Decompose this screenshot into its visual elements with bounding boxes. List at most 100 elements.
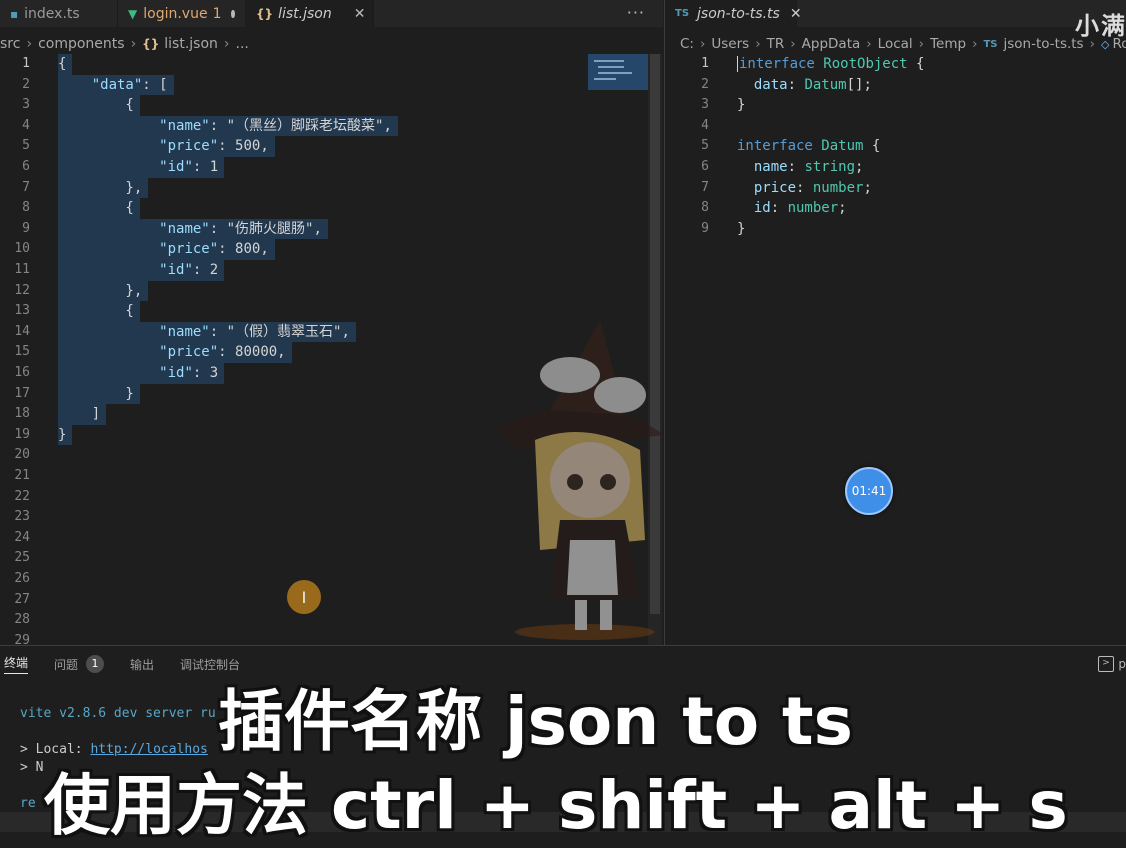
terminal-line: > N xyxy=(20,760,44,775)
line-number: 13 xyxy=(14,303,30,319)
tab-terminal[interactable]: 终端 xyxy=(4,654,29,674)
line-number: 5 xyxy=(22,138,30,154)
close-icon[interactable]: ✕ xyxy=(790,6,802,22)
tab-output[interactable]: 输出 xyxy=(130,656,154,673)
breadcrumb-item[interactable]: json-to-ts.ts xyxy=(1004,36,1084,52)
breadcrumb: C: › Users › TR › AppData › Local › Temp… xyxy=(680,33,1126,55)
more-actions-icon[interactable]: ··· xyxy=(627,3,645,22)
tab-label: 终端 xyxy=(4,656,29,670)
right-editor-group: TS json-to-ts.ts ✕ 小满 C: › Users › TR › … xyxy=(664,0,1126,645)
chevron-right-icon: › xyxy=(223,36,230,52)
code-line[interactable]: 2 data: Datum[]; xyxy=(665,75,1105,96)
line-number: 26 xyxy=(14,571,30,586)
chevron-right-icon: › xyxy=(918,36,925,52)
json-file-icon: {} xyxy=(256,6,274,21)
breadcrumb-item[interactable]: Temp xyxy=(930,36,966,52)
breadcrumb-item[interactable]: Users xyxy=(711,36,749,52)
code-line[interactable]: 4 xyxy=(665,116,1105,137)
code-line[interactable]: 8 id: number; xyxy=(665,198,1105,219)
tab-problems[interactable]: 问题 1 xyxy=(54,655,105,673)
line-number: 16 xyxy=(14,365,30,380)
line-number: 1 xyxy=(701,56,709,71)
unsaved-dot-icon[interactable] xyxy=(231,9,235,18)
line-number: 18 xyxy=(14,406,30,422)
breadcrumb-item[interactable]: TR xyxy=(767,36,785,52)
chevron-right-icon: › xyxy=(866,36,872,52)
code-line[interactable]: 7 }, xyxy=(0,177,648,199)
code-line[interactable]: 3} xyxy=(665,95,1105,116)
terminal-line: re xyxy=(20,796,36,811)
terminal-launch-icon[interactable]: > xyxy=(1098,656,1114,672)
code-text: "name": "（假）翡翠玉石", xyxy=(159,323,350,340)
problem-count-badge: 1 xyxy=(86,655,105,673)
code-line[interactable]: 3 { xyxy=(0,95,648,116)
breadcrumb-item[interactable]: C: xyxy=(680,36,694,52)
code-line[interactable]: 7 price: number; xyxy=(665,178,1105,199)
code-line[interactable]: 1{ xyxy=(0,54,648,75)
code-text: } xyxy=(737,97,746,114)
left-tab-bar: ▪ index.ts ▼ login.vue 1 {} list.json ✕ … xyxy=(0,0,663,27)
chevron-right-icon: › xyxy=(1089,36,1095,52)
line-number: 17 xyxy=(14,385,30,401)
breadcrumb-item[interactable]: src xyxy=(0,36,20,52)
code-text: price: number; xyxy=(753,179,872,196)
line-number: 4 xyxy=(22,117,30,133)
breadcrumb-item[interactable]: Local xyxy=(878,36,913,52)
code-line[interactable]: 8 { xyxy=(0,198,648,219)
tab-login-vue[interactable]: ▼ login.vue 1 xyxy=(118,0,246,27)
code-line[interactable]: 4 "name": "（黑丝）脚踩老坛酸菜", xyxy=(0,115,648,137)
breadcrumb-item[interactable]: Roo xyxy=(1112,36,1126,52)
code-text: }, xyxy=(58,179,143,196)
code-line[interactable]: 5 interface Datum { xyxy=(665,136,1105,157)
ts-file-icon: TS xyxy=(983,38,998,50)
code-line[interactable]: 9} xyxy=(665,219,1105,240)
tab-json-to-ts[interactable]: TS json-to-ts.ts ✕ xyxy=(665,0,802,27)
code-line[interactable]: 1 interface RootObject { xyxy=(665,54,1105,75)
code-line[interactable]: 11 "id": 2 xyxy=(0,260,648,281)
ts-file-icon: TS xyxy=(675,8,690,19)
code-line[interactable]: 6 "id": 1 xyxy=(0,157,648,178)
problem-count: 1 xyxy=(212,5,222,22)
recording-timer: 01:41 xyxy=(845,467,893,515)
code-text: "name": "（黑丝）脚踩老坛酸菜", xyxy=(159,117,392,134)
breadcrumb-item[interactable]: AppData xyxy=(802,36,861,52)
json-file-icon: {} xyxy=(142,37,160,51)
code-text: "id": 2 xyxy=(159,262,219,278)
line-number: 15 xyxy=(14,344,30,360)
code-line[interactable]: 5 "price": 500, xyxy=(0,136,648,157)
breadcrumb-item[interactable]: components xyxy=(38,36,125,52)
line-number: 5 xyxy=(701,138,709,154)
line-number: 2 xyxy=(701,76,709,92)
right-tab-bar: TS json-to-ts.ts ✕ 小满 xyxy=(665,0,1126,40)
line-number: 21 xyxy=(14,468,30,483)
code-text: { xyxy=(58,303,134,320)
minimap[interactable] xyxy=(588,54,648,90)
code-text: interface Datum { xyxy=(737,138,881,155)
code-text: "data": [ xyxy=(91,76,168,93)
line-number: 11 xyxy=(14,262,30,277)
code-text: "name": "伤肺火腿肠", xyxy=(159,220,322,237)
line-number: 9 xyxy=(701,220,709,236)
chevron-right-icon: › xyxy=(972,36,978,52)
line-number: 2 xyxy=(22,76,30,92)
line-number: 29 xyxy=(14,632,30,645)
code-line[interactable]: 6 name: string; xyxy=(665,157,1105,178)
code-line[interactable]: 12 }, xyxy=(0,280,648,302)
code-text: { xyxy=(58,200,134,217)
code-text: name: string; xyxy=(753,159,864,175)
code-line[interactable]: 2 "data": [ xyxy=(0,74,648,96)
tab-list-json[interactable]: {} list.json ✕ xyxy=(246,0,374,27)
code-text: { xyxy=(58,97,134,114)
close-icon[interactable]: ✕ xyxy=(354,6,366,22)
text-caret xyxy=(737,56,738,72)
code-line[interactable]: 10 "price": 800, xyxy=(0,239,648,260)
terminal-line: vite v2.8.6 dev server ru xyxy=(20,706,216,721)
breadcrumb-item[interactable]: list.json xyxy=(164,36,218,52)
vue-file-icon: ▼ xyxy=(128,6,138,21)
code-text: "price": 800, xyxy=(159,241,269,258)
code-line[interactable]: 9 "name": "伤肺火腿肠", xyxy=(0,218,648,240)
breadcrumb-item[interactable]: ... xyxy=(236,36,249,52)
code-text: data: Datum[]; xyxy=(753,76,872,93)
tab-index-ts[interactable]: ▪ index.ts xyxy=(0,0,118,27)
line-number: 4 xyxy=(701,117,709,133)
